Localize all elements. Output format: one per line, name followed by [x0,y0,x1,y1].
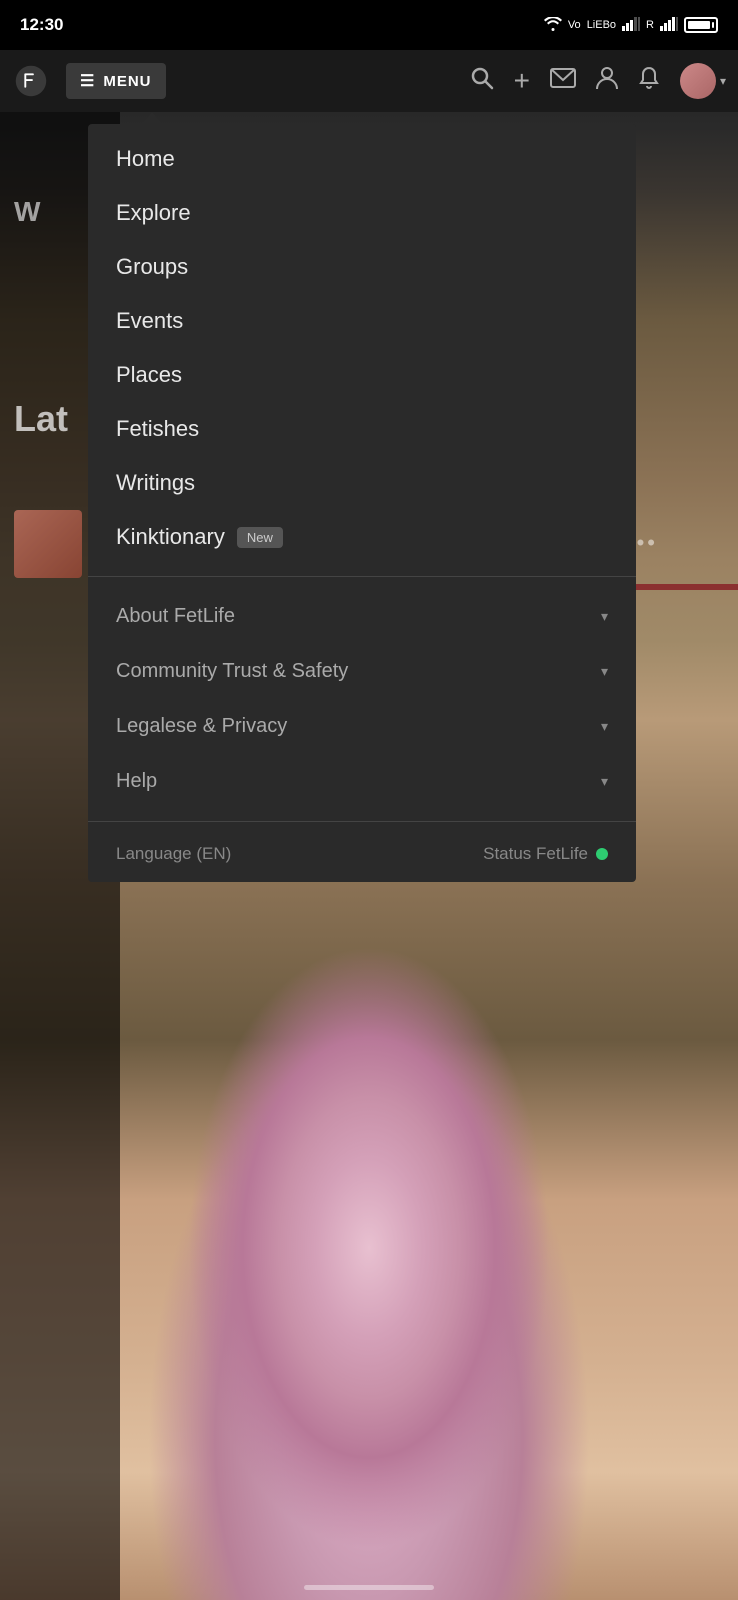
menu-label: MENU [103,73,151,90]
profile-icon[interactable] [596,66,618,96]
kinktionary-badge: New [237,527,283,548]
menu-item-events[interactable]: Events [88,294,636,348]
menu-divider-2 [88,821,636,822]
wifi-icon [544,17,562,34]
status-dot [596,848,608,860]
add-icon[interactable]: + [514,65,530,97]
menu-item-groups[interactable]: Groups [88,240,636,294]
mail-icon[interactable] [550,68,576,94]
menu-item-writings-label: Writings [116,470,195,496]
dropdown-menu: Home Explore Groups Events Places Fetish… [88,124,636,882]
menu-footer: Language (EN) Status FetLife [88,826,636,882]
menu-item-community-trust[interactable]: Community Trust & Safety ▾ [88,644,636,699]
nav-icons: + ▾ [470,63,726,99]
menu-item-fetishes[interactable]: Fetishes [88,402,636,456]
signal-bars-2 [660,17,678,34]
nav-bar: ☰ MENU + [0,50,738,112]
menu-item-explore[interactable]: Explore [88,186,636,240]
menu-item-fetishes-label: Fetishes [116,416,199,442]
search-icon[interactable] [470,66,494,96]
about-fetlife-chevron: ▾ [601,608,608,625]
menu-button[interactable]: ☰ MENU [66,63,166,99]
fetlife-logo[interactable] [12,62,50,100]
battery-indicator [684,17,718,33]
home-indicator [304,1585,434,1590]
legalese-chevron: ▾ [601,718,608,735]
content-thumbnail [14,510,82,578]
status-label: Status FetLife [483,844,588,864]
menu-item-kinktionary[interactable]: Kinktionary New [88,510,636,564]
community-trust-chevron: ▾ [601,663,608,680]
bell-icon[interactable] [638,66,660,96]
help-chevron: ▾ [601,773,608,790]
bg-title-w: W [14,196,40,228]
menu-item-places-label: Places [116,362,182,388]
menu-item-groups-label: Groups [116,254,188,280]
status-icons: Vo LiEBo R [544,17,718,34]
battery-nub [712,22,714,28]
menu-secondary-section: About FetLife ▾ Community Trust & Safety… [88,581,636,817]
status-bar: 12:30 Vo LiEBo R [0,0,738,50]
roaming-r: R [646,19,654,31]
status-time: 12:30 [20,15,63,35]
avatar-wrapper[interactable]: ▾ [680,63,726,99]
bg-section-lat: Lat [14,398,68,440]
menu-item-writings[interactable]: Writings [88,456,636,510]
menu-item-places[interactable]: Places [88,348,636,402]
status-indicator: Status FetLife [483,844,608,864]
carrier-text: Vo [568,19,581,31]
carrier-text2: LiEBo [587,19,616,31]
menu-divider-1 [88,576,636,577]
menu-item-about-fetlife-label: About FetLife [116,605,235,628]
signal-bars-1 [622,17,640,34]
menu-item-help[interactable]: Help ▾ [88,754,636,809]
hamburger-icon: ☰ [80,71,95,91]
battery-fill [688,21,710,29]
menu-item-help-label: Help [116,770,157,793]
menu-item-legalese[interactable]: Legalese & Privacy ▾ [88,699,636,754]
menu-item-community-trust-label: Community Trust & Safety [116,660,348,683]
menu-item-kinktionary-label: Kinktionary [116,524,225,550]
menu-pointer [142,112,162,124]
language-selector[interactable]: Language (EN) [116,844,231,864]
menu-item-home-label: Home [116,146,175,172]
menu-item-legalese-label: Legalese & Privacy [116,715,287,738]
menu-item-home[interactable]: Home [88,132,636,186]
menu-primary-section: Home Explore Groups Events Places Fetish… [88,124,636,572]
user-avatar [680,63,716,99]
menu-item-explore-label: Explore [116,200,191,226]
menu-item-events-label: Events [116,308,183,334]
menu-item-about-fetlife[interactable]: About FetLife ▾ [88,589,636,644]
avatar-dropdown-arrow: ▾ [720,74,726,88]
